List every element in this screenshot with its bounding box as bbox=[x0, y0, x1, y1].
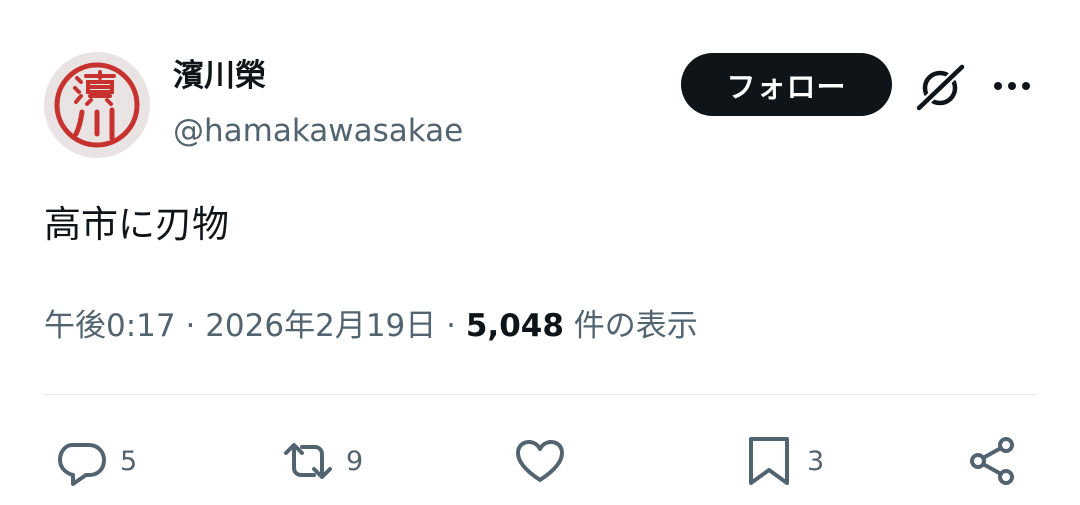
reply-count: 5 bbox=[120, 445, 138, 477]
meta-separator: · bbox=[185, 308, 206, 344]
views-count[interactable]: 5,048 bbox=[466, 308, 564, 344]
tweet-text: 高市に刃物 bbox=[44, 203, 229, 246]
retweet-icon bbox=[284, 443, 332, 479]
share-icon bbox=[970, 437, 1014, 485]
tweet-metadata: 午後0:17 · 2026年2月19日 · 5,048 件の表示 bbox=[44, 304, 698, 348]
tweet-time[interactable]: 午後0:17 bbox=[44, 308, 176, 344]
share-button[interactable] bbox=[968, 434, 1020, 488]
heart-icon bbox=[516, 440, 564, 482]
reply-icon bbox=[58, 443, 106, 486]
more-options-button[interactable] bbox=[988, 64, 1036, 108]
like-button[interactable] bbox=[514, 434, 566, 488]
seal-stamp-image bbox=[44, 52, 150, 158]
retweet-count: 9 bbox=[346, 445, 364, 477]
follow-button[interactable]: フォロー bbox=[681, 53, 892, 116]
bookmark-count: 3 bbox=[807, 445, 825, 477]
reply-button[interactable]: 5 bbox=[56, 434, 137, 488]
tweet-date[interactable]: 2026年2月19日 bbox=[205, 308, 436, 344]
display-name[interactable]: 濱川榮 bbox=[173, 56, 266, 96]
avatar[interactable] bbox=[44, 52, 150, 158]
divider bbox=[44, 394, 1036, 395]
retweet-button[interactable]: 9 bbox=[282, 434, 363, 488]
bookmark-button[interactable]: 3 bbox=[743, 434, 824, 488]
user-handle[interactable]: @hamakawasakae bbox=[173, 111, 463, 151]
bookmark-icon bbox=[749, 437, 789, 485]
meta-separator: · bbox=[446, 308, 466, 344]
grok-button[interactable] bbox=[913, 60, 967, 114]
views-label[interactable]: 件の表示 bbox=[574, 308, 698, 344]
more-icon bbox=[994, 82, 1030, 90]
grok-icon bbox=[914, 62, 967, 113]
